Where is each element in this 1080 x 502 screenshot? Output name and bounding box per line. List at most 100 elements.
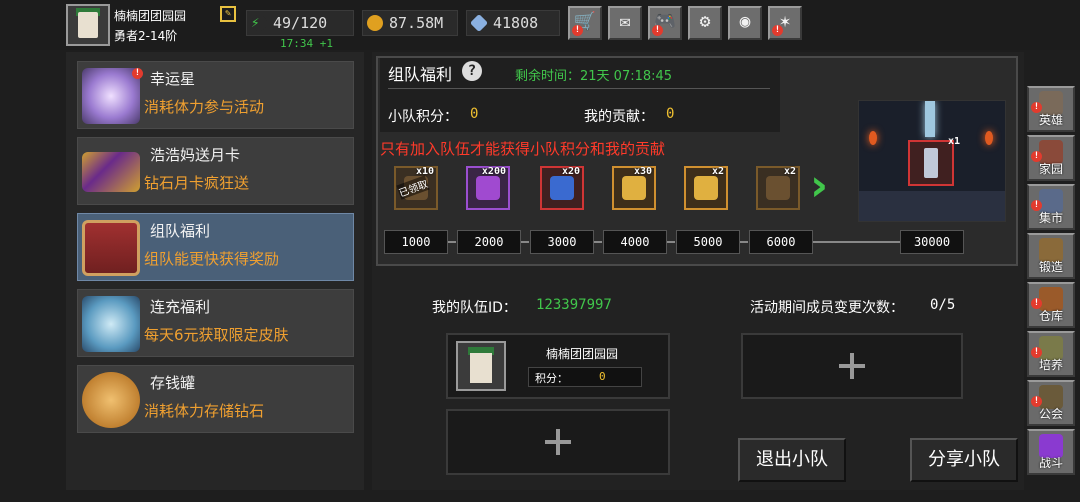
member-avatar: [456, 341, 506, 391]
sidebar-anvil[interactable]: 锻造: [1027, 233, 1075, 279]
event-card-lucky-star[interactable]: ! 幸运星 消耗体力参与活动: [77, 61, 354, 129]
event-title: 存钱罐: [150, 374, 196, 392]
reward-icon: [766, 176, 790, 200]
sidebar-helmet[interactable]: 英雄!: [1027, 86, 1075, 132]
lightning-icon: ⚡: [251, 15, 267, 31]
mail-icon: ✉: [619, 11, 631, 32]
contribution-value: 0: [666, 106, 675, 122]
gem-icon: [469, 13, 489, 33]
reward-item[interactable]: x2: [684, 166, 728, 210]
sidebar-treasure[interactable]: 仓库!: [1027, 282, 1075, 328]
team-id-label: 我的队伍ID：: [432, 300, 517, 316]
alert-badge: !: [132, 68, 143, 79]
plus-icon: [545, 429, 571, 455]
gear-button[interactable]: ⚙: [688, 6, 722, 40]
color-wheel-button[interactable]: ◉: [728, 6, 762, 40]
team-points-label: 小队积分：: [388, 109, 458, 125]
team-points-value: 0: [470, 106, 479, 122]
team-benefit-info: 组队福利 ? 剩余时间：21天 07:18:45 小队积分： 0 我的贡献： 0: [380, 58, 780, 132]
next-arrow-icon[interactable]: ›: [810, 164, 840, 210]
event-title: 幸运星: [150, 70, 196, 88]
milestone-1000: 1000: [384, 230, 448, 254]
sidebar-label: 英雄: [1038, 113, 1063, 127]
gamepad-button[interactable]: 🎮!: [648, 6, 682, 40]
alert-badge: !: [1031, 396, 1042, 407]
reward-item[interactable]: x200: [466, 166, 510, 210]
plus-icon: [839, 353, 865, 379]
member-points-label: 积分：: [535, 372, 568, 385]
sidebar-guild[interactable]: 公会!: [1027, 380, 1075, 426]
gold-counter: 87.58M: [362, 10, 458, 36]
milestone-track: 30000 1000 2000 3000 4000 5000 6000: [384, 230, 964, 254]
team-member-slot[interactable]: 楠楠团团园园 积分： 0: [446, 333, 670, 399]
sidebar-portal[interactable]: 战斗: [1027, 429, 1075, 475]
event-card-recharge[interactable]: 连充福利 每天6元获取限定皮肤: [77, 289, 354, 357]
event-card-monthly-card[interactable]: 浩浩妈送月卡 钻石月卡疯狂送: [77, 137, 354, 205]
mail-button[interactable]: ✉: [608, 6, 642, 40]
energy-regen-timer: 17:34 +1: [280, 37, 333, 50]
sidebar-chalice[interactable]: 培养!: [1027, 331, 1075, 377]
alert-badge: !: [1031, 298, 1042, 309]
add-member-slot[interactable]: [446, 409, 670, 475]
final-reward-slot[interactable]: x1: [908, 136, 960, 186]
floor: [859, 191, 1005, 221]
reward-quantity: x10: [415, 166, 434, 177]
sidebar-label: 仓库: [1038, 309, 1063, 323]
alert-badge: !: [1031, 151, 1042, 162]
sidebar-label: 培养: [1038, 358, 1063, 372]
sidebar-label: 家园: [1038, 162, 1063, 176]
piggy-bank-icon: [82, 372, 140, 428]
member-points-box: 积分： 0: [528, 367, 642, 387]
gear-icon: ⚙: [699, 11, 711, 32]
milestone-connector: [740, 241, 748, 243]
gem-counter: 41808: [466, 10, 560, 36]
reward-item[interactable]: x10 已领取: [394, 166, 438, 210]
event-subtitle: 每天6元获取限定皮肤: [144, 326, 289, 344]
milestone-2000: 2000: [457, 230, 521, 254]
section-title: 组队福利: [388, 65, 453, 84]
event-subtitle: 组队能更快获得奖励: [144, 250, 280, 268]
player-name: 楠楠团团园园: [114, 9, 187, 23]
player-avatar[interactable]: [66, 4, 110, 46]
member-name: 楠楠团团园园: [546, 347, 619, 361]
reward-item[interactable]: x30: [612, 166, 656, 210]
alert-badge: !: [652, 25, 663, 36]
reward-quantity: x30: [633, 166, 652, 177]
reward-item[interactable]: x20: [540, 166, 584, 210]
help-icon[interactable]: ?: [462, 61, 482, 81]
reward-icon: [622, 176, 646, 200]
event-title: 浩浩妈送月卡: [150, 146, 241, 164]
reward-quantity: x2: [711, 166, 724, 177]
sidebar-label: 战斗: [1038, 456, 1063, 470]
leave-team-button[interactable]: 退出小队: [738, 438, 846, 482]
alert-badge: !: [572, 25, 583, 36]
gold-coin-icon: [367, 15, 383, 31]
player-rank: 勇者2-14阶: [114, 29, 178, 43]
event-card-piggy-bank[interactable]: 存钱罐 消耗体力存储钻石: [77, 365, 354, 433]
energy-value: 49/120: [273, 14, 328, 32]
edit-name-icon[interactable]: ✎: [220, 6, 236, 22]
member-points-value: 0: [599, 370, 606, 383]
alert-badge: !: [1031, 102, 1042, 113]
crystal-icon: [82, 296, 140, 352]
share-team-button[interactable]: 分享小队: [910, 438, 1018, 482]
torch-icon: [869, 131, 877, 145]
reward-quantity: x1: [947, 136, 960, 147]
sidebar-label: 公会: [1038, 407, 1063, 421]
sidebar-castle[interactable]: 家园!: [1027, 135, 1075, 181]
event-subtitle: 消耗体力存储钻石: [144, 402, 265, 420]
fireworks-button[interactable]: ✶!: [768, 6, 802, 40]
add-member-slot[interactable]: [741, 333, 963, 399]
milestone-connector: [594, 241, 602, 243]
sidebar-market[interactable]: 集市!: [1027, 184, 1075, 230]
event-subtitle: 钻石月卡疯狂送: [144, 174, 250, 192]
shop-cart-button[interactable]: 🛒!: [568, 6, 602, 40]
reward-item[interactable]: x2: [756, 166, 800, 210]
milestone-6000: 6000: [749, 230, 813, 254]
milestone-3000: 3000: [530, 230, 594, 254]
event-card-team-benefit[interactable]: 组队福利 组队能更快获得奖励: [77, 213, 354, 281]
team-id-value: 123397997: [536, 297, 612, 313]
reward-icon: [694, 176, 718, 200]
member-changes-value: 0/5: [930, 297, 956, 313]
gold-value: 87.58M: [389, 14, 444, 32]
